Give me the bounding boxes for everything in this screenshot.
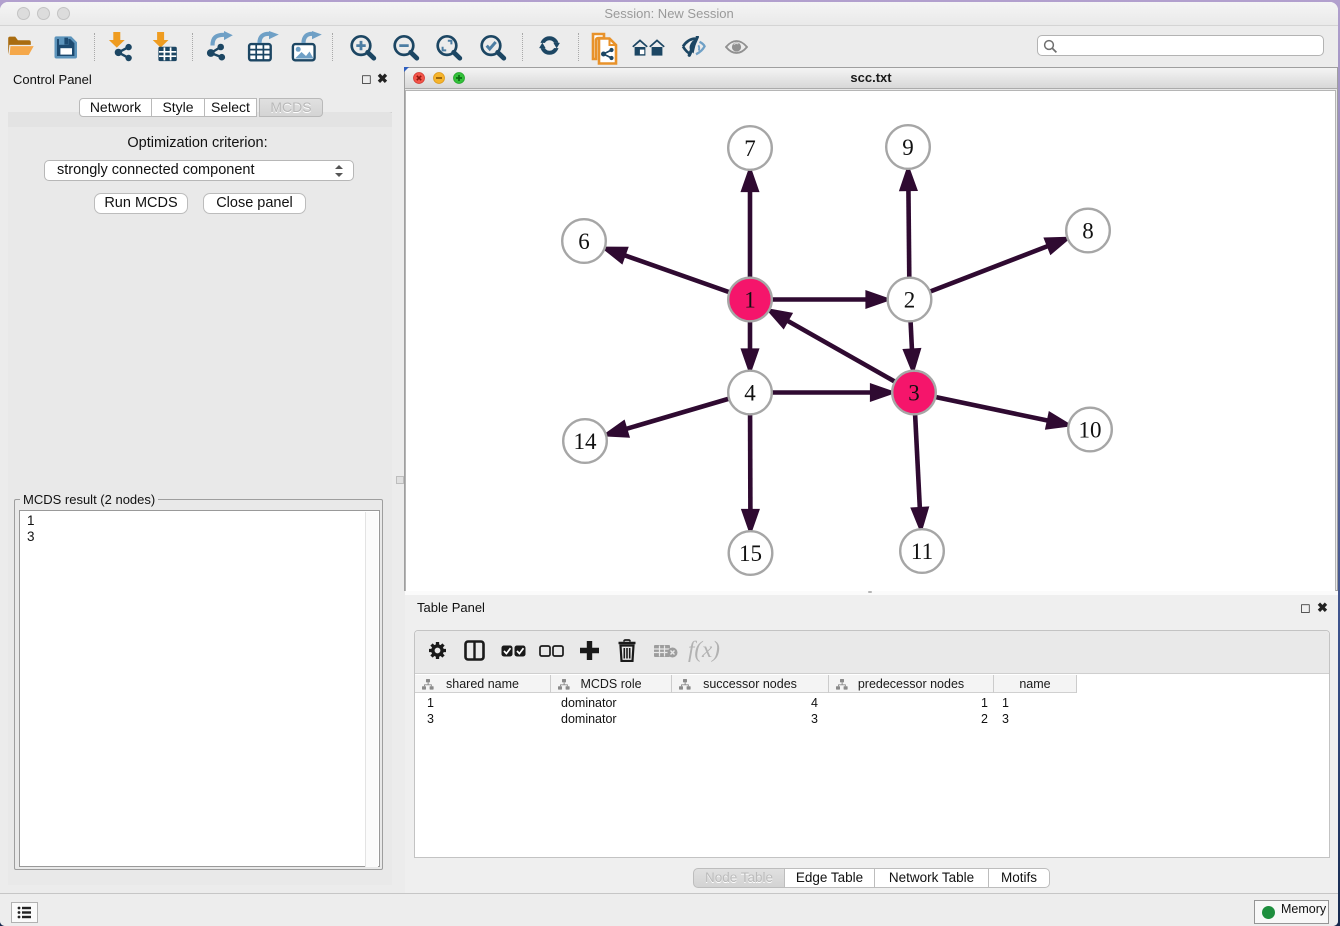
- svg-text:7: 7: [744, 136, 756, 161]
- svg-text:14: 14: [574, 429, 598, 454]
- svg-text:9: 9: [902, 135, 914, 160]
- svg-text:11: 11: [911, 539, 933, 564]
- svg-text:8: 8: [1082, 219, 1094, 244]
- svg-text:1: 1: [744, 288, 756, 313]
- svg-text:3: 3: [908, 381, 920, 406]
- svg-text:15: 15: [739, 541, 762, 566]
- svg-text:4: 4: [744, 381, 756, 406]
- svg-text:10: 10: [1079, 418, 1102, 443]
- svg-text:2: 2: [904, 288, 916, 313]
- svg-text:6: 6: [578, 229, 590, 254]
